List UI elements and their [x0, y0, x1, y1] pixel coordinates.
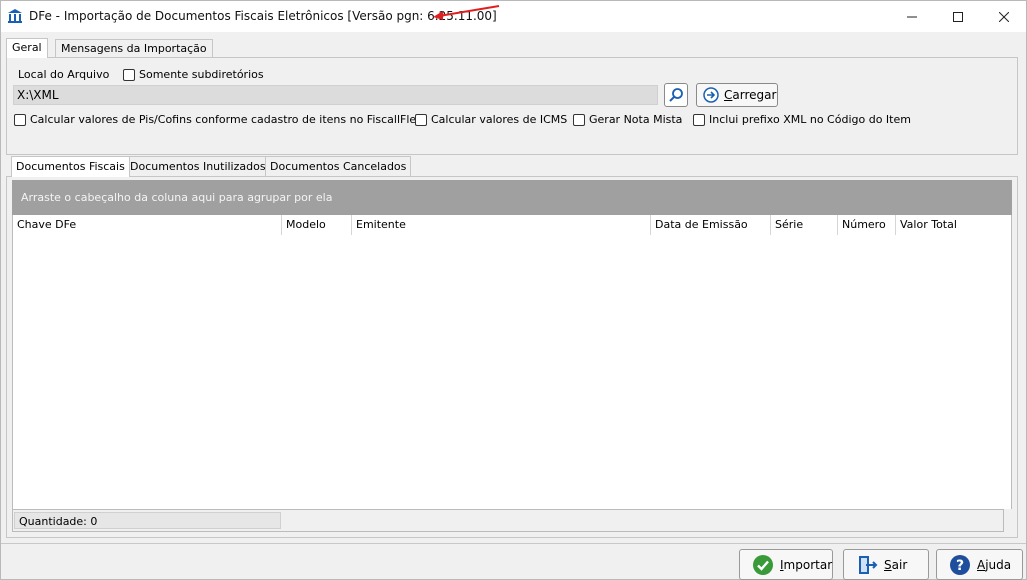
- bottom-divider: [1, 543, 1026, 544]
- calc-icms-checkbox[interactable]: Calcular valores de ICMS: [415, 113, 567, 126]
- documents-grid[interactable]: Chave DFe Modelo Emitente Data de Emissã…: [12, 215, 1012, 509]
- search-icon: [669, 88, 683, 102]
- maximize-button[interactable]: [935, 1, 981, 32]
- checkbox-label: Gerar Nota Mista: [589, 113, 683, 126]
- exit-door-icon: [859, 555, 878, 574]
- load-button[interactable]: Carregar: [696, 83, 778, 107]
- mixed-invoice-checkbox[interactable]: Gerar Nota Mista: [573, 113, 682, 126]
- red-arrow-annotation: [433, 5, 500, 20]
- grid-footer: Quantidade: 0: [12, 509, 1004, 532]
- calc-pis-cofins-checkbox[interactable]: Calcular valores de Pis/Cofins conforme …: [14, 113, 422, 126]
- window-title: DFe - Importação de Documentos Fiscais E…: [29, 9, 497, 23]
- tab-geral[interactable]: Geral: [6, 38, 48, 58]
- file-path-input[interactable]: [13, 85, 658, 105]
- minimize-button[interactable]: [889, 1, 935, 32]
- help-button[interactable]: ? Ajuda: [936, 549, 1023, 580]
- exit-button-label: Sair: [884, 557, 908, 572]
- load-button-label: Carregar: [724, 88, 777, 102]
- checkbox-box[interactable]: [14, 113, 26, 126]
- column-header-data-emissao[interactable]: Data de Emissão: [651, 215, 771, 235]
- dfe-import-window: DFe - Importação de Documentos Fiscais E…: [0, 0, 1027, 580]
- tab-mensagens-importacao[interactable]: Mensagens da Importação: [55, 39, 213, 58]
- arrow-right-circle-icon: [703, 87, 719, 103]
- browse-search-button[interactable]: [664, 83, 688, 107]
- xml-prefix-checkbox[interactable]: Inclui prefixo XML no Código do Item: [693, 113, 911, 126]
- tab-documentos-fiscais[interactable]: Documentos Fiscais: [11, 156, 130, 177]
- checkbox-box[interactable]: [415, 113, 427, 126]
- column-header-numero[interactable]: Número: [838, 215, 896, 235]
- quantity-count: Quantidade: 0: [14, 512, 281, 529]
- title-bar: DFe - Importação de Documentos Fiscais E…: [1, 1, 1026, 32]
- tab-documentos-cancelados[interactable]: Documentos Cancelados: [265, 156, 412, 176]
- help-question-icon: ?: [950, 554, 970, 575]
- group-by-area[interactable]: Arraste o cabeçalho da coluna aqui para …: [12, 180, 1012, 215]
- import-button[interactable]: Importar: [739, 549, 833, 580]
- tab-documentos-inutilizados[interactable]: Documentos Inutilizados: [125, 156, 271, 176]
- maximize-icon: [953, 11, 963, 22]
- only-subdirs-checkbox[interactable]: Somente subdiretórios: [123, 68, 264, 81]
- close-icon: [999, 11, 1009, 22]
- svg-text:?: ?: [956, 558, 964, 574]
- check-circle-icon: [753, 554, 773, 575]
- minimize-icon: [907, 16, 917, 17]
- help-button-label: Ajuda: [977, 557, 1012, 572]
- checkbox-box[interactable]: [573, 113, 585, 126]
- column-header-valor-total[interactable]: Valor Total: [896, 215, 1011, 235]
- app-bank-icon: [8, 9, 22, 23]
- grid-header-row: Chave DFe Modelo Emitente Data de Emissã…: [13, 215, 1011, 235]
- checkbox-label: Calcular valores de Pis/Cofins conforme …: [30, 113, 423, 126]
- column-header-chave-dfe[interactable]: Chave DFe: [13, 215, 282, 235]
- column-header-modelo[interactable]: Modelo: [282, 215, 352, 235]
- column-header-emitente[interactable]: Emitente: [352, 215, 651, 235]
- checkbox-box[interactable]: [693, 113, 705, 126]
- checkbox-box[interactable]: [123, 68, 135, 81]
- checkbox-label: Inclui prefixo XML no Código do Item: [709, 113, 911, 126]
- tab-label: Geral: [12, 41, 42, 54]
- tab-label: Documentos Fiscais: [16, 160, 125, 173]
- checkbox-label: Calcular valores de ICMS: [431, 113, 568, 126]
- tab-label: Documentos Inutilizados: [130, 160, 266, 173]
- tab-label: Documentos Cancelados: [270, 160, 407, 173]
- import-button-label: Importar: [780, 557, 833, 572]
- exit-button[interactable]: Sair: [843, 549, 929, 580]
- file-location-label: Local do Arquivo: [18, 68, 110, 81]
- checkbox-label: Somente subdiretórios: [139, 68, 264, 81]
- close-button[interactable]: [981, 1, 1027, 32]
- column-header-serie[interactable]: Série: [771, 215, 838, 235]
- tab-label: Mensagens da Importação: [61, 42, 207, 55]
